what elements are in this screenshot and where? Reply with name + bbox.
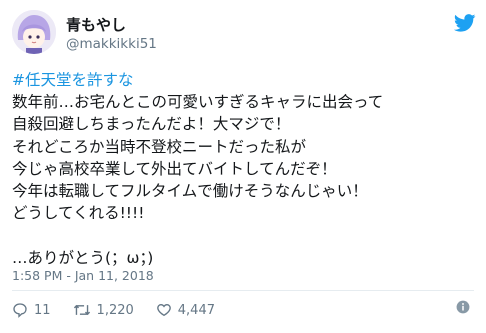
tweet-text: #任天堂を許すな 数年前…お宅んとこの可愛いすぎるキャラに出会って 自殺回避しちま… [12,69,474,269]
twitter-bird-icon[interactable] [454,14,476,32]
tweet-line: 今年は転職してフルタイムで働けそうなんじゃい！ [12,182,368,201]
info-icon[interactable] [456,300,470,314]
retweet-icon [73,304,90,316]
user-handle[interactable]: @makkikki51 [66,35,157,54]
like-count: 4,447 [177,302,215,318]
tweet-card: 青もやし @makkikki51 #任天堂を許すな 数年前…お宅んとこの可愛いすぎ… [0,0,486,333]
retweet-button[interactable]: 1,220 [73,302,134,318]
reply-icon [13,303,27,318]
like-button[interactable]: 4,447 [156,302,215,318]
tweet-line: 数年前…お宅んとこの可愛いすぎるキャラに出会って [12,93,384,112]
tweet-line: 自殺回避しちまったんだよ！大マジで！ [12,115,291,134]
tweet-actions: 11 1,220 4,447 [12,299,474,321]
display-name[interactable]: 青もやし [66,16,157,35]
reply-button[interactable]: 11 [12,302,51,318]
divider [12,290,474,291]
avatar[interactable] [12,10,56,54]
reply-count: 11 [34,302,51,318]
tweet-line: 今じゃ高校卒業して外出てバイトしてんだぞ！ [12,159,337,178]
retweet-count: 1,220 [96,302,134,318]
hashtag-link[interactable]: #任天堂を許すな [12,69,474,91]
tweet-line: どうしてくれる!!!! [12,204,145,223]
heart-icon [156,303,171,317]
avatar-illustration [12,10,56,54]
tweet-line: …ありがとう(；ω；) [12,248,154,267]
tweet-line: それどころか当時不登校ニートだった私が [12,137,307,156]
user-names: 青もやし @makkikki51 [66,16,157,54]
tweet-header: 青もやし @makkikki51 [12,10,476,58]
tweet-timestamp[interactable]: 1:58 PM - Jan 11, 2018 [12,268,154,283]
